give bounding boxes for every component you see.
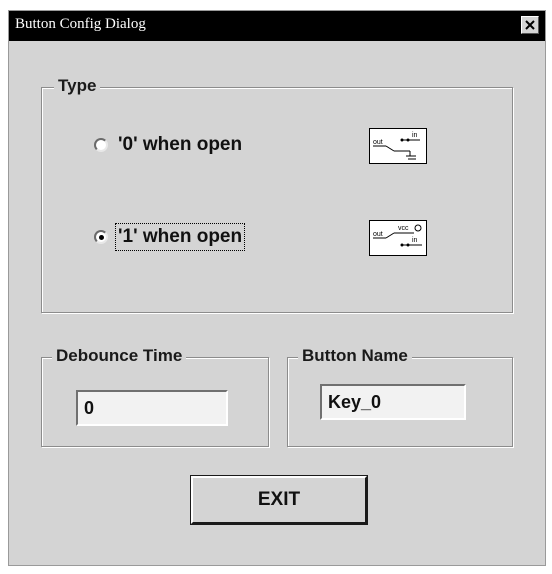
window-title: Button Config Dialog — [15, 16, 146, 32]
title-bar[interactable]: Button Config Dialog — [9, 11, 545, 41]
switch-to-vcc-icon: out vcc in — [373, 224, 422, 247]
radio-option-1-when-open[interactable]: '1' when open — [94, 223, 246, 251]
type-group-label: Type — [54, 76, 101, 96]
button-config-dialog: Button Config Dialog Type '0' when open … — [8, 10, 546, 566]
radio-option-0-when-open[interactable]: '0' when open — [94, 132, 244, 158]
switch-to-ground-icon: out in — [373, 132, 420, 160]
debounce-time-input[interactable]: 0 — [76, 390, 228, 426]
close-icon — [525, 20, 535, 30]
button-name-input[interactable]: Key_0 — [320, 384, 466, 420]
button-name-label: Button Name — [298, 346, 412, 366]
open-low-circuit-diagram: out in — [369, 128, 427, 164]
radio-1-when-open[interactable] — [94, 230, 108, 244]
type-group: Type '0' when open out in '1' when open … — [41, 76, 513, 313]
diagram-out-label: out — [373, 231, 383, 238]
exit-button[interactable]: EXIT — [190, 475, 368, 525]
button-name-group: Button Name Key_0 — [287, 346, 513, 447]
debounce-time-group: Debounce Time 0 — [41, 346, 269, 447]
diagram-out-label: out — [373, 139, 383, 146]
open-high-circuit-diagram: out vcc in — [369, 220, 427, 256]
radio-0-when-open[interactable] — [94, 138, 108, 152]
diagram-vcc-label: vcc — [398, 225, 409, 232]
radio-selected-dot — [98, 234, 104, 240]
debounce-time-label: Debounce Time — [52, 346, 187, 366]
close-button[interactable] — [521, 16, 539, 34]
radio-label-1-when-open[interactable]: '1' when open — [114, 223, 246, 251]
diagram-in-label: in — [412, 237, 418, 244]
radio-label-0-when-open[interactable]: '0' when open — [116, 132, 244, 158]
diagram-in-label: in — [412, 132, 418, 139]
